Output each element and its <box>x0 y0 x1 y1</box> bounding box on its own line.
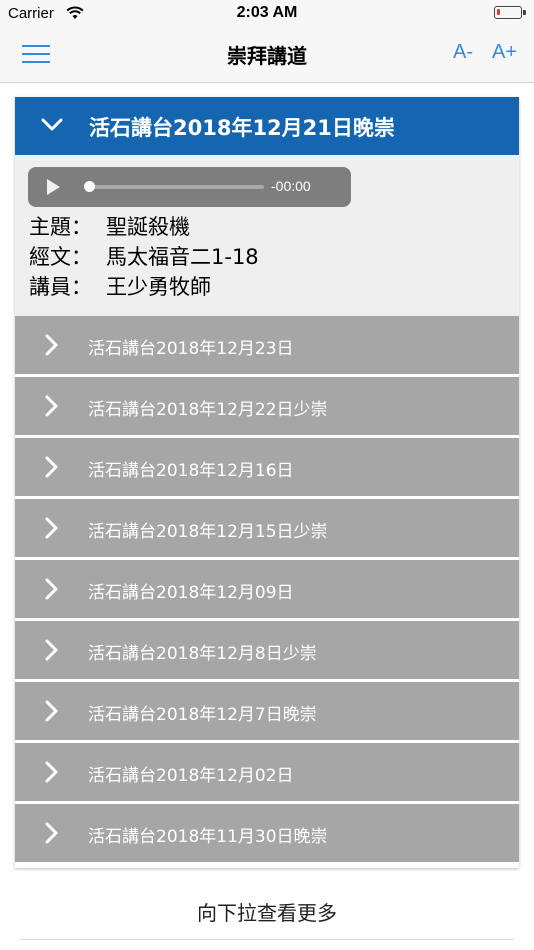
sermon-item-label: 活石講台2018年12月16日 <box>88 461 294 481</box>
chevron-right-icon <box>45 761 58 783</box>
navigation-bar: 崇拜講道 A- A+ <box>0 28 534 83</box>
topic-label: 主題： <box>29 215 92 239</box>
chevron-right-icon <box>45 517 58 539</box>
divider <box>20 939 514 940</box>
progress-track[interactable] <box>86 185 264 189</box>
expanded-sermon-header[interactable]: 活石講台2018年12月21日晚崇 <box>15 97 519 155</box>
sermon-item-label: 活石講台2018年12月15日少崇 <box>88 522 328 542</box>
pull-to-load-hint: 向下拉查看更多 <box>197 901 337 925</box>
battery-icon <box>494 6 522 19</box>
speaker-value: 王少勇牧師 <box>106 275 211 299</box>
chevron-right-icon <box>45 700 58 722</box>
chevron-right-icon <box>45 578 58 600</box>
speaker-label: 講員： <box>29 275 92 299</box>
progress-knob[interactable] <box>84 181 95 192</box>
sermon-item[interactable]: 活石講台2018年11月30日晚崇 <box>15 801 519 862</box>
chevron-right-icon <box>45 456 58 478</box>
sermon-item-label: 活石講台2018年12月09日 <box>88 583 294 603</box>
scripture-row: 經文： 馬太福音二1-18 <box>29 241 259 271</box>
expanded-sermon-title: 活石講台2018年12月21日晚崇 <box>89 116 395 140</box>
font-decrease-button[interactable]: A- <box>453 41 473 64</box>
speaker-row: 講員： 王少勇牧師 <box>29 271 211 301</box>
scripture-value: 馬太福音二1-18 <box>106 245 259 269</box>
sermon-item[interactable]: 活石講台2018年12月8日少崇 <box>15 618 519 679</box>
status-bar: Carrier 2:03 AM <box>0 0 534 28</box>
list-footer-spacer <box>15 862 519 868</box>
sermon-item-label: 活石講台2018年11月30日晚崇 <box>88 827 328 847</box>
chevron-right-icon <box>45 395 58 417</box>
status-time: 2:03 AM <box>236 4 298 21</box>
topic-value: 聖誕殺機 <box>106 215 190 239</box>
chevron-down-icon <box>41 118 63 131</box>
chevron-right-icon <box>45 822 58 844</box>
sermon-item-label: 活石講台2018年12月02日 <box>88 766 294 786</box>
chevron-right-icon <box>45 639 58 661</box>
sermon-list: 活石講台2018年12月21日晚崇 -00:00 主題： 聖誕殺機 經文： 馬太福音… <box>15 97 519 868</box>
audio-player: -00:00 <box>28 167 351 207</box>
sermon-item[interactable]: 活石講台2018年12月22日少崇 <box>15 374 519 435</box>
sermon-item[interactable]: 活石講台2018年12月02日 <box>15 740 519 801</box>
remaining-time: -00:00 <box>271 178 311 194</box>
play-icon[interactable] <box>47 179 60 195</box>
sermon-item-label: 活石講台2018年12月7日晚崇 <box>88 705 317 725</box>
battery-tip <box>523 10 526 15</box>
topic-row: 主題： 聖誕殺機 <box>29 211 190 241</box>
chevron-right-icon <box>45 334 58 356</box>
sermon-details: -00:00 主題： 聖誕殺機 經文： 馬太福音二1-18 講員： 王少勇牧師 <box>15 155 519 316</box>
sermon-item[interactable]: 活石講台2018年12月16日 <box>15 435 519 496</box>
sermon-item[interactable]: 活石講台2018年12月23日 <box>15 316 519 374</box>
collapsed-sermons: 活石講台2018年12月23日活石講台2018年12月22日少崇 活石講台2018… <box>15 316 519 862</box>
sermon-item[interactable]: 活石講台2018年12月09日 <box>15 557 519 618</box>
sermon-item[interactable]: 活石講台2018年12月15日少崇 <box>15 496 519 557</box>
scripture-label: 經文： <box>29 245 92 269</box>
sermon-item-label: 活石講台2018年12月23日 <box>88 339 294 359</box>
sermon-item-label: 活石講台2018年12月22日少崇 <box>88 400 328 420</box>
font-increase-button[interactable]: A+ <box>492 41 517 64</box>
sermon-item-label: 活石講台2018年12月8日少崇 <box>88 644 317 664</box>
sermon-item[interactable]: 活石講台2018年12月7日晚崇 <box>15 679 519 740</box>
